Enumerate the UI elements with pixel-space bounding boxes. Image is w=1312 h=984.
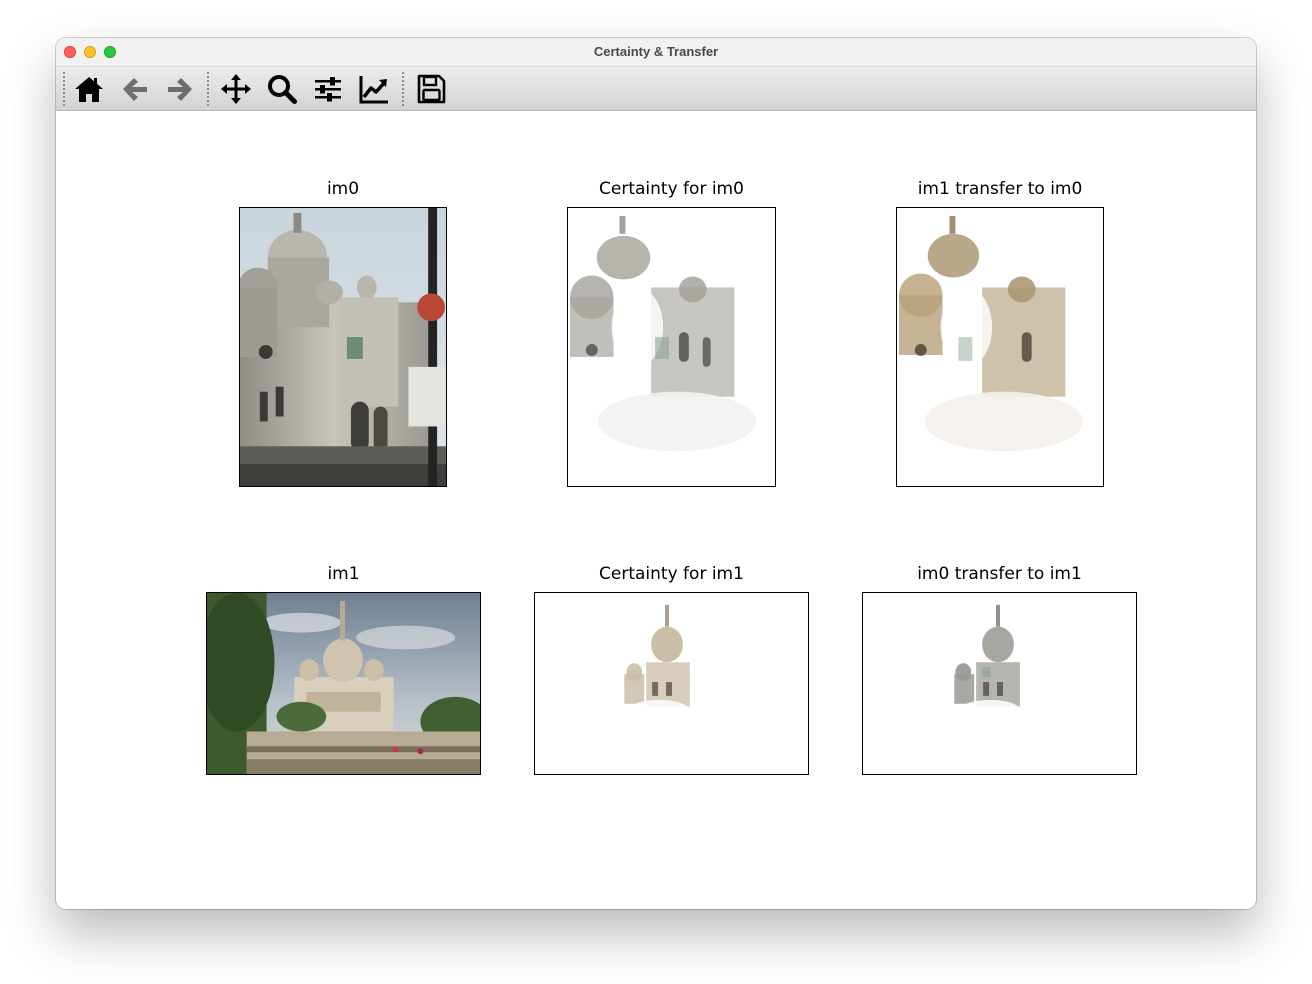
- image-axes: [896, 207, 1104, 487]
- app-window: Certainty & Transfer im0 Certainty for i…: [56, 38, 1256, 909]
- subplot-im1[interactable]: im1: [206, 564, 481, 775]
- image-axes: [567, 207, 776, 487]
- subplot-title: Certainty for im0: [599, 179, 744, 199]
- transfer-map-im1: [863, 593, 1136, 774]
- window-title: Certainty & Transfer: [593, 44, 719, 59]
- configure-subplots-button[interactable]: [311, 72, 345, 106]
- toolbar-separator: [207, 72, 209, 106]
- subplot-title: im1 transfer to im0: [917, 179, 1083, 199]
- subplot-title: im0: [326, 179, 360, 199]
- transfer-map-im0: [897, 208, 1103, 486]
- toolbar-separator: [63, 72, 65, 106]
- photo-im1: [207, 593, 480, 774]
- zoom-button[interactable]: [265, 72, 299, 106]
- subplot-im0-transfer-to-im1[interactable]: im0 transfer to im1: [862, 564, 1137, 775]
- floppy-disk-icon: [417, 74, 446, 104]
- toolbar-separator: [402, 72, 404, 106]
- home-icon: [75, 77, 103, 102]
- save-button[interactable]: [414, 72, 448, 106]
- subplot-title: im0 transfer to im1: [917, 564, 1082, 584]
- subplot-certainty-im1[interactable]: Certainty for im1: [534, 564, 809, 775]
- image-axes: [534, 592, 809, 775]
- edit-axis-button[interactable]: [357, 72, 391, 106]
- arrow-right-icon: [168, 78, 192, 101]
- search-icon: [268, 75, 297, 104]
- certainty-map-im1: [535, 593, 808, 774]
- photo-im0: [240, 208, 446, 486]
- line-chart-icon: [359, 76, 388, 104]
- forward-button[interactable]: [163, 72, 197, 106]
- subplot-im0[interactable]: im0: [239, 179, 447, 487]
- pan-button[interactable]: [219, 72, 253, 106]
- home-button[interactable]: [72, 72, 106, 106]
- subplot-im1-transfer-to-im0[interactable]: im1 transfer to im0: [896, 179, 1104, 487]
- sliders-icon: [315, 77, 341, 102]
- image-axes: [862, 592, 1137, 775]
- title-bar[interactable]: Certainty & Transfer: [56, 38, 1256, 67]
- subplot-certainty-im0[interactable]: Certainty for im0: [567, 179, 776, 487]
- certainty-map-im0: [568, 208, 775, 486]
- image-axes: [239, 207, 447, 487]
- image-axes: [206, 592, 481, 775]
- move-icon: [221, 74, 251, 104]
- back-button[interactable]: [118, 72, 152, 106]
- navigation-toolbar: [56, 67, 1256, 111]
- arrow-left-icon: [123, 78, 147, 101]
- figure-canvas[interactable]: im0 Certainty for im0 im1 transfer to im…: [56, 111, 1256, 909]
